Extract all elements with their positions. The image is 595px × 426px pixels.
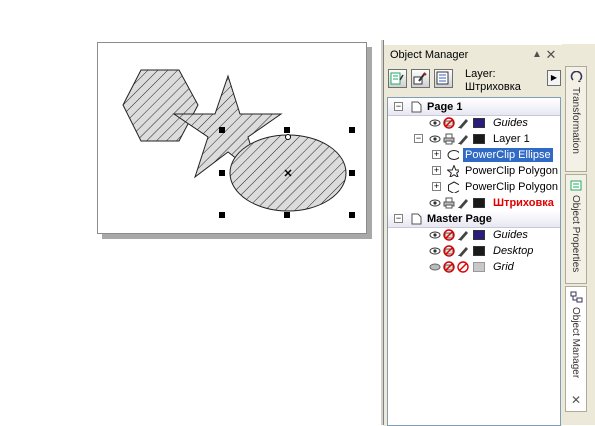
pencil-icon[interactable] [457,133,469,145]
tab-label: Object Properties [570,195,581,273]
drawing-shapes[interactable] [0,0,380,425]
flyout-menu-button[interactable]: ▶ [547,70,561,86]
properties-icon [570,180,582,191]
handle-bottom-left[interactable] [219,212,225,218]
tree-row-grid[interactable]: Grid [388,259,560,275]
page-icon [411,101,422,113]
layer-color-swatch[interactable] [473,262,485,272]
current-layer-info: Layer: Штриховка [465,68,521,94]
tree-label-active-layer: Штриховка [493,197,554,209]
docker-side-tabs: Transformation Object Properties Object … [562,44,595,425]
printer-disabled-icon[interactable] [443,229,455,241]
tree-label: Guides [493,117,528,129]
tree-row-master-guides[interactable]: Guides [388,227,560,243]
tree-row-master-page[interactable]: − Master Page [388,211,560,228]
hexagon-icon [448,181,459,193]
tree-label: PowerClip Polygon [465,181,558,193]
tree-label: Desktop [493,245,534,257]
pencil-icon[interactable] [457,197,469,209]
eye-icon[interactable] [429,133,441,145]
handle-top-right[interactable] [349,127,355,133]
tab-transformation[interactable]: Transformation [565,66,587,172]
tree-row-page1[interactable]: − Page 1 [388,99,560,116]
printer-disabled-icon[interactable] [443,261,455,273]
tab-object-manager[interactable]: Object Manager ✕ [565,286,587,412]
tree-row-layer1[interactable]: − Layer 1 [388,131,560,147]
expand-icon[interactable]: + [432,182,441,191]
handle-middle-left[interactable] [219,170,225,176]
tree-label: PowerClip Polygon [465,165,558,177]
collapse-icon[interactable]: ▲ [530,48,544,62]
layer-label: Layer: [465,68,496,80]
eye-closed-icon[interactable] [429,261,441,273]
tab-label: Object Manager [570,307,581,379]
eye-icon[interactable] [429,117,441,129]
collapse-icon[interactable]: − [414,134,423,143]
collapse-icon[interactable]: − [394,102,403,111]
tree-row-powerclip-ellipse[interactable]: + PowerClip Ellipse [388,147,560,163]
handle-bottom-right[interactable] [349,212,355,218]
pencil-icon[interactable] [457,229,469,241]
eye-icon[interactable] [429,229,441,241]
layer-manager-icon [436,71,449,85]
eye-icon[interactable] [429,245,441,257]
layer-color-swatch[interactable] [473,198,485,208]
close-tab-icon[interactable]: ✕ [571,393,581,407]
edit-disabled-icon[interactable] [457,261,469,273]
tab-object-properties[interactable]: Object Properties [565,174,587,284]
object-manager-docker: Object Manager ▲ ✕ Layer: Штриховка ▶ − … [384,44,562,426]
printer-disabled-icon[interactable] [443,245,455,257]
page-icon [411,213,422,225]
layer-color-swatch[interactable] [473,134,485,144]
tab-label: Transformation [570,87,581,154]
printer-disabled-icon[interactable] [443,117,455,129]
layer-color-swatch[interactable] [473,246,485,256]
show-object-properties-button[interactable] [388,69,407,88]
handle-bottom-middle[interactable] [284,212,290,218]
drawing-canvas[interactable] [0,0,380,425]
expand-icon[interactable]: + [432,166,441,175]
ellipse-icon [447,150,459,160]
layer-name: Штриховка [465,81,521,93]
eye-icon[interactable] [429,197,441,209]
collapse-icon[interactable]: − [394,214,403,223]
object-node[interactable] [285,134,291,140]
close-icon[interactable]: ✕ [544,48,558,62]
layer-color-swatch[interactable] [473,118,485,128]
tree-label: Layer 1 [493,133,530,145]
tree-label: Page 1 [427,101,463,113]
edit-layers-icon [413,72,427,85]
handle-middle-right[interactable] [349,170,355,176]
tree-label: Grid [493,261,514,273]
handle-top-middle[interactable] [284,127,290,133]
tree-label: Master Page [427,213,492,225]
tree-row-powerclip-polygon-star[interactable]: + PowerClip Polygon [388,163,560,179]
tree-label-selected: PowerClip Ellipse [463,148,553,162]
printer-icon[interactable] [443,133,455,145]
handle-top-left[interactable] [219,127,225,133]
expand-icon[interactable]: + [432,150,441,159]
layer-manager-view-button[interactable] [434,69,453,88]
tree-label: Guides [493,229,528,241]
object-properties-icon [390,72,404,85]
tree-row-powerclip-polygon-hex[interactable]: + PowerClip Polygon [388,179,560,195]
tree-row-guides[interactable]: Guides [388,115,560,131]
docker-toolbar: Layer: Штриховка ▶ [384,67,562,97]
pencil-icon[interactable] [457,117,469,129]
tree-row-shtrikhovka-layer[interactable]: Штриховка [388,195,560,211]
layer-color-swatch[interactable] [473,230,485,240]
printer-icon[interactable] [443,197,455,209]
object-tree: − Page 1 Guides − Layer 1 + PowerClip El… [387,97,561,426]
transform-icon [570,71,583,82]
star-icon [447,165,459,177]
tree-row-desktop[interactable]: Desktop [388,243,560,259]
edit-across-layers-button[interactable] [411,69,430,88]
pencil-icon[interactable] [457,245,469,257]
object-manager-icon [570,291,583,303]
hexagon-shape[interactable] [122,69,199,142]
